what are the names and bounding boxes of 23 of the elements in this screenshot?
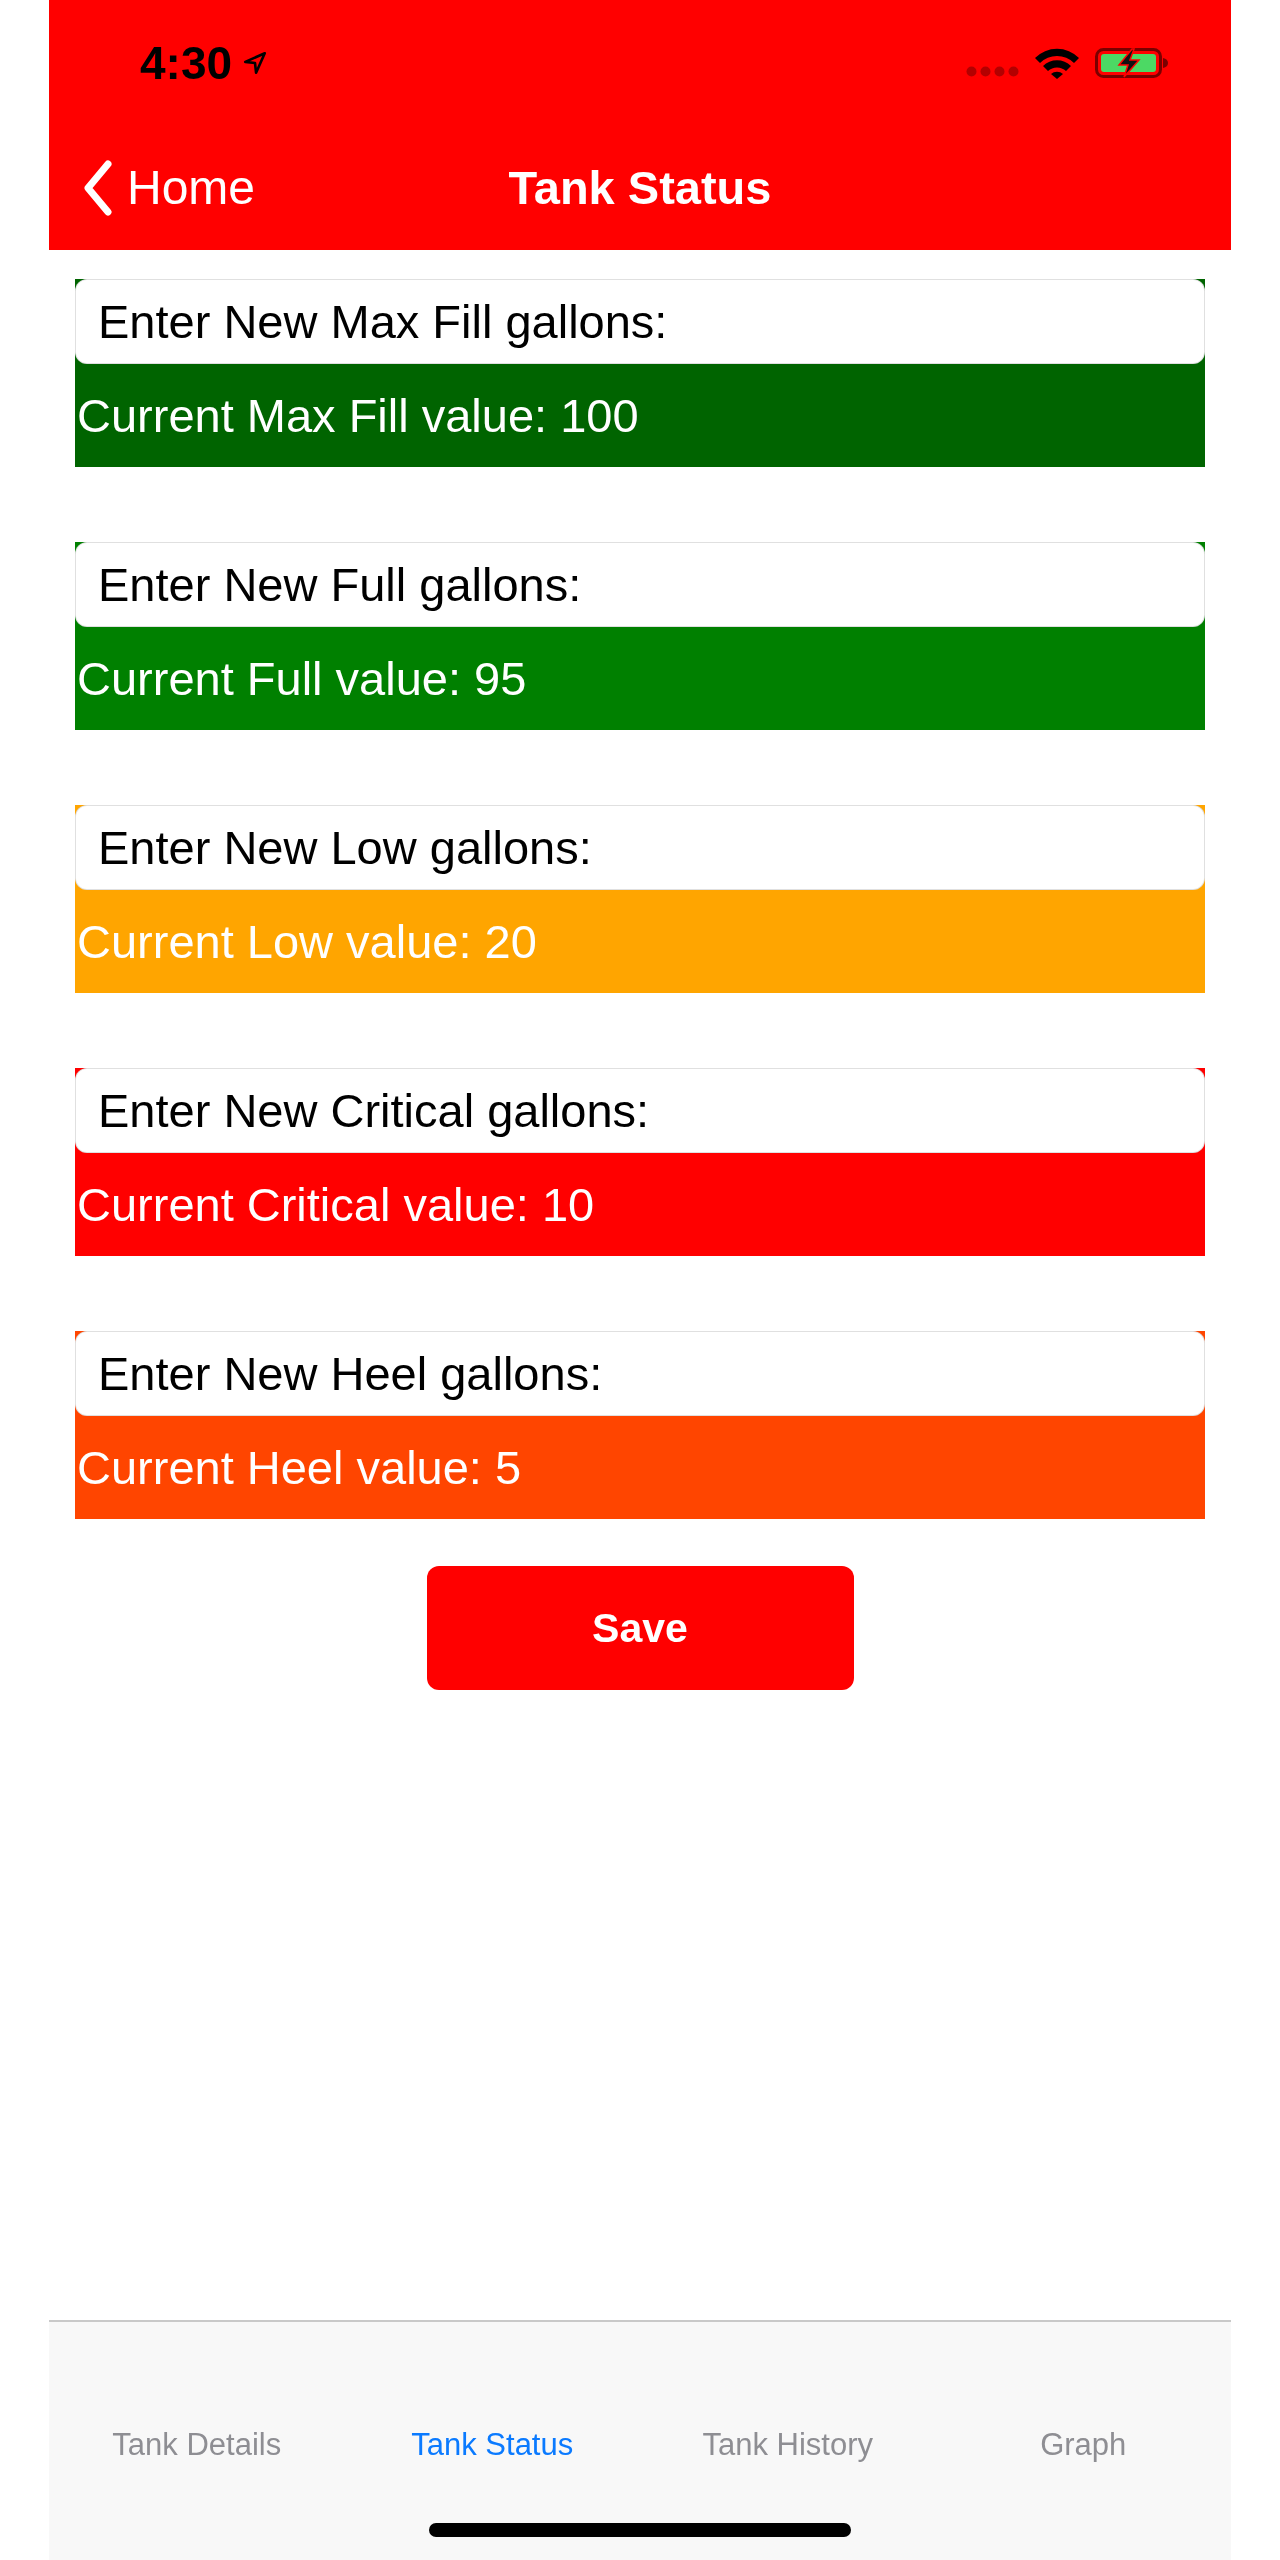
tab[interactable]: Tank History bbox=[698, 2420, 877, 2470]
screen-title: Tank Status bbox=[508, 160, 772, 215]
current-value-text: Current Low value: 20 bbox=[76, 914, 538, 970]
chevron-left-icon bbox=[83, 159, 113, 216]
current-value-text: Current Max Fill value: 100 bbox=[76, 388, 640, 444]
input-field[interactable]: Enter New Heel gallons: bbox=[75, 1331, 1205, 1416]
input-field[interactable]: Enter New Critical gallons: bbox=[75, 1068, 1205, 1153]
location-arrow-icon bbox=[242, 49, 269, 76]
current-value-text: Current Heel value: 5 bbox=[76, 1440, 523, 1496]
current-value-text: Current Critical value: 10 bbox=[76, 1177, 596, 1233]
input-field[interactable]: Enter New Max Fill gallons: bbox=[75, 279, 1205, 364]
signal-icon bbox=[966, 66, 1019, 77]
tab[interactable]: Tank Status bbox=[407, 2420, 578, 2470]
input-field[interactable]: Enter New Low gallons: bbox=[75, 805, 1205, 890]
save-button[interactable]: Save bbox=[426, 1566, 854, 1690]
tab[interactable]: Tank Details bbox=[108, 2420, 286, 2470]
back-button[interactable]: Home bbox=[83, 159, 256, 216]
current-value-text: Current Full value: 95 bbox=[76, 651, 528, 707]
wifi-icon bbox=[1035, 46, 1079, 79]
status-time: 4:30 bbox=[140, 35, 233, 90]
battery-charging-icon bbox=[1095, 47, 1169, 78]
input-field[interactable]: Enter New Full gallons: bbox=[75, 542, 1205, 627]
tab[interactable]: Graph bbox=[1036, 2420, 1131, 2470]
